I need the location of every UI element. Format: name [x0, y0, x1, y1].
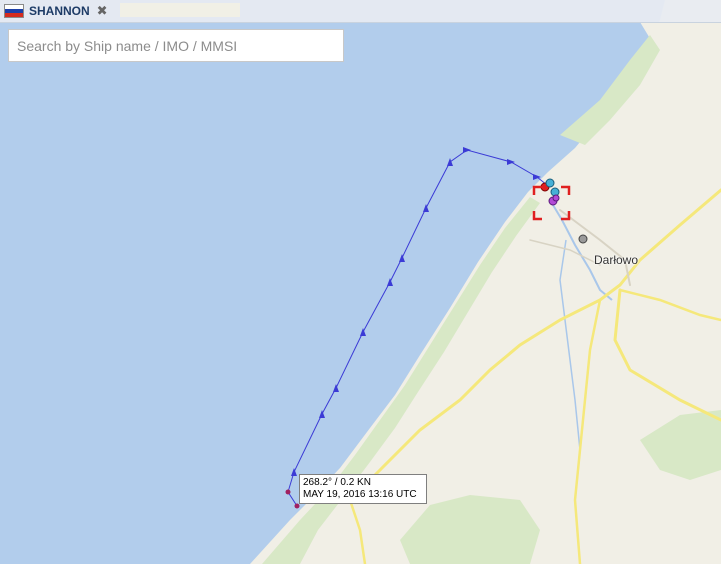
top-bar: SHANNON ✖	[0, 0, 721, 23]
russia-flag-icon	[4, 4, 24, 18]
ship-tab-label[interactable]: SHANNON	[29, 4, 90, 18]
empty-tab	[120, 3, 240, 17]
ship-tab[interactable]: SHANNON ✖	[4, 2, 108, 20]
ship-search-input[interactable]	[8, 29, 344, 62]
town-label: Darłowo	[594, 253, 639, 267]
track-point-last[interactable]	[294, 503, 300, 509]
tooltip-timestamp: MAY 19, 2016 13:16 UTC	[303, 489, 417, 500]
track-point-tooltip: 268.2° / 0.2 KN MAY 19, 2016 13:16 UTC	[299, 474, 427, 504]
tooltip-heading-speed: 268.2° / 0.2 KN	[303, 477, 371, 488]
track-point-selected[interactable]	[285, 489, 291, 495]
close-icon[interactable]: ✖	[97, 3, 108, 19]
